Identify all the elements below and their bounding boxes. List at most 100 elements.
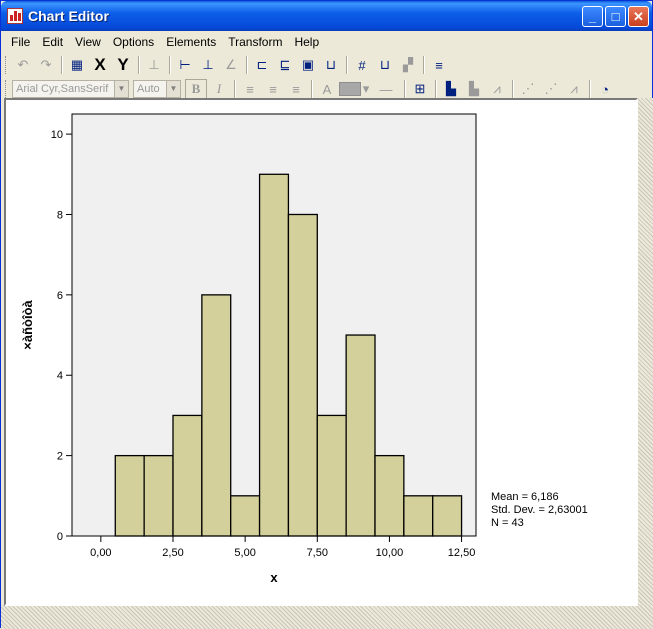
chart-editor-window: Chart Editor _ □ ✕ File Edit View Option… [0, 0, 653, 629]
align-left-icon[interactable]: ≡ [239, 79, 261, 100]
separator [589, 80, 591, 98]
y-tick-label[interactable]: 0 [57, 531, 63, 543]
gridlines-icon[interactable]: # [351, 55, 373, 76]
axis-left-icon[interactable]: ⊢ [174, 55, 196, 76]
x-axis-button[interactable]: X [89, 55, 111, 76]
separator [404, 80, 406, 98]
line-chart-icon[interactable]: ⩘ [486, 79, 508, 100]
footnote-icon[interactable]: ⊑ [274, 55, 296, 76]
workspace-background [1, 605, 653, 629]
x-tick-label[interactable]: 5,00 [234, 547, 255, 559]
histogram-bar[interactable] [114, 454, 145, 537]
chevron-down-icon: ▼ [114, 81, 128, 97]
properties-icon[interactable]: ▦ [66, 55, 88, 76]
textbox-icon[interactable]: ⊔ [320, 55, 342, 76]
bar-chart-icon[interactable]: ▙ [440, 79, 462, 100]
annotation-icon[interactable]: ▣ [297, 55, 319, 76]
font-size-select[interactable]: Auto ▼ [133, 80, 181, 98]
window-title: Chart Editor [28, 8, 109, 24]
histogram-bar[interactable] [143, 454, 174, 537]
histogram-bar[interactable] [230, 495, 261, 537]
bold-button[interactable]: B [185, 78, 207, 100]
y-tick-label[interactable]: 10 [51, 129, 63, 141]
title-icon[interactable]: ⊏ [251, 55, 273, 76]
y-tick-label[interactable]: 8 [57, 209, 63, 221]
menu-options[interactable]: Options [107, 33, 160, 53]
chart-editor-icon [7, 8, 23, 24]
italic-button[interactable]: I [208, 79, 230, 100]
chevron-down-icon: ▼ [166, 81, 180, 97]
table-icon[interactable]: ⊞ [409, 79, 431, 100]
data-labels-icon[interactable]: ▞ [397, 55, 419, 76]
menu-view[interactable]: View [69, 33, 107, 53]
toolbar-main: ↶ ↷ ▦ X Y ⊥ ⊢ ⊥ ∠ ⊏ ⊑ ▣ ⊔ # ⊔ ▞ ≡ [5, 53, 451, 77]
histogram-bar[interactable] [403, 495, 434, 537]
title-bar[interactable]: Chart Editor _ □ ✕ [1, 1, 652, 31]
y-axis-label[interactable]: ×àñòîòà [20, 299, 35, 349]
font-select[interactable]: Arial Cyr,SansSerif ▼ [12, 80, 129, 98]
close-button[interactable]: ✕ [628, 6, 649, 27]
histogram-bar[interactable] [316, 414, 347, 537]
stats-std-dev[interactable]: Std. Dev. = 2,63001 [491, 504, 588, 516]
x-tick-label[interactable]: 7,50 [307, 547, 328, 559]
scatter-icon[interactable]: ⋰ [517, 79, 539, 100]
transpose-icon[interactable]: ≡ [428, 55, 450, 76]
text-color-button[interactable]: A [316, 79, 338, 100]
y-tick-label[interactable]: 2 [57, 451, 63, 463]
separator [61, 56, 63, 74]
fit-line-icon[interactable]: ⋰ [540, 79, 562, 100]
separator [311, 80, 313, 98]
separator [512, 80, 514, 98]
axis-diagonal-icon[interactable]: ∠ [220, 55, 242, 76]
histogram-bar[interactable] [201, 294, 232, 537]
menu-elements[interactable]: Elements [160, 33, 222, 53]
separator [138, 56, 140, 74]
menu-bar: File Edit View Options Elements Transfor… [5, 33, 325, 53]
font-value: Arial Cyr,SansSerif [16, 83, 109, 95]
separator [169, 56, 171, 74]
separator [234, 80, 236, 98]
pie-chart-icon[interactable]: ◔ [594, 79, 616, 100]
fill-color-swatch[interactable] [339, 82, 361, 96]
undo-icon[interactable]: ↶ [12, 55, 34, 76]
histogram-bar[interactable] [374, 454, 405, 537]
x-tick-label[interactable]: 0,00 [90, 547, 111, 559]
x-axis-label[interactable]: x [270, 570, 278, 585]
histogram-bar[interactable] [432, 495, 463, 537]
histogram-chart: 0 2 4 6 8 10 0,00 2,50 5,00 7,50 10,00 12,50 ×àñòîò… [20, 113, 588, 585]
chart-canvas[interactable]: 0 2 4 6 8 10 0,00 2,50 5,00 7,50 10,00 12,50 ×àñòîò… [4, 98, 638, 606]
menu-help[interactable]: Help [288, 33, 325, 53]
axis-bottom-icon[interactable]: ⊥ [197, 55, 219, 76]
stats-mean[interactable]: Mean = 6,186 [491, 491, 559, 503]
align-center-icon[interactable]: ≡ [262, 79, 284, 100]
scale-icon[interactable]: ⊥ [143, 55, 165, 76]
bar-chart-alt-icon[interactable]: ▙ [463, 79, 485, 100]
interpolation-icon[interactable]: ⩘ [563, 79, 585, 100]
menu-edit[interactable]: Edit [36, 33, 69, 53]
toolbar-grip [5, 56, 8, 74]
redo-icon[interactable]: ↷ [35, 55, 57, 76]
stats-n[interactable]: N = 43 [491, 517, 524, 529]
histogram-bar[interactable] [345, 334, 376, 537]
separator [346, 56, 348, 74]
y-axis-button[interactable]: Y [112, 55, 134, 76]
histogram-bar[interactable] [172, 414, 203, 537]
x-tick-label[interactable]: 10,00 [376, 547, 404, 559]
histogram-bar[interactable] [287, 213, 318, 537]
minimize-button[interactable]: _ [582, 6, 603, 27]
align-right-icon[interactable]: ≡ [285, 79, 307, 100]
line-style-icon[interactable]: — [372, 79, 400, 100]
maximize-button[interactable]: □ [605, 6, 626, 27]
separator [423, 56, 425, 74]
x-tick-label[interactable]: 2,50 [162, 547, 183, 559]
y-tick-label[interactable]: 6 [57, 290, 63, 302]
font-size-value: Auto [137, 83, 160, 95]
y-tick-label[interactable]: 4 [57, 370, 63, 382]
separator [435, 80, 437, 98]
menu-file[interactable]: File [5, 33, 36, 53]
histogram-bar[interactable] [258, 173, 290, 537]
menu-transform[interactable]: Transform [222, 33, 288, 53]
frame-icon[interactable]: ⊔ [374, 55, 396, 76]
x-tick-label[interactable]: 12,50 [448, 547, 476, 559]
chevron-down-icon[interactable]: ▾ [361, 79, 371, 100]
